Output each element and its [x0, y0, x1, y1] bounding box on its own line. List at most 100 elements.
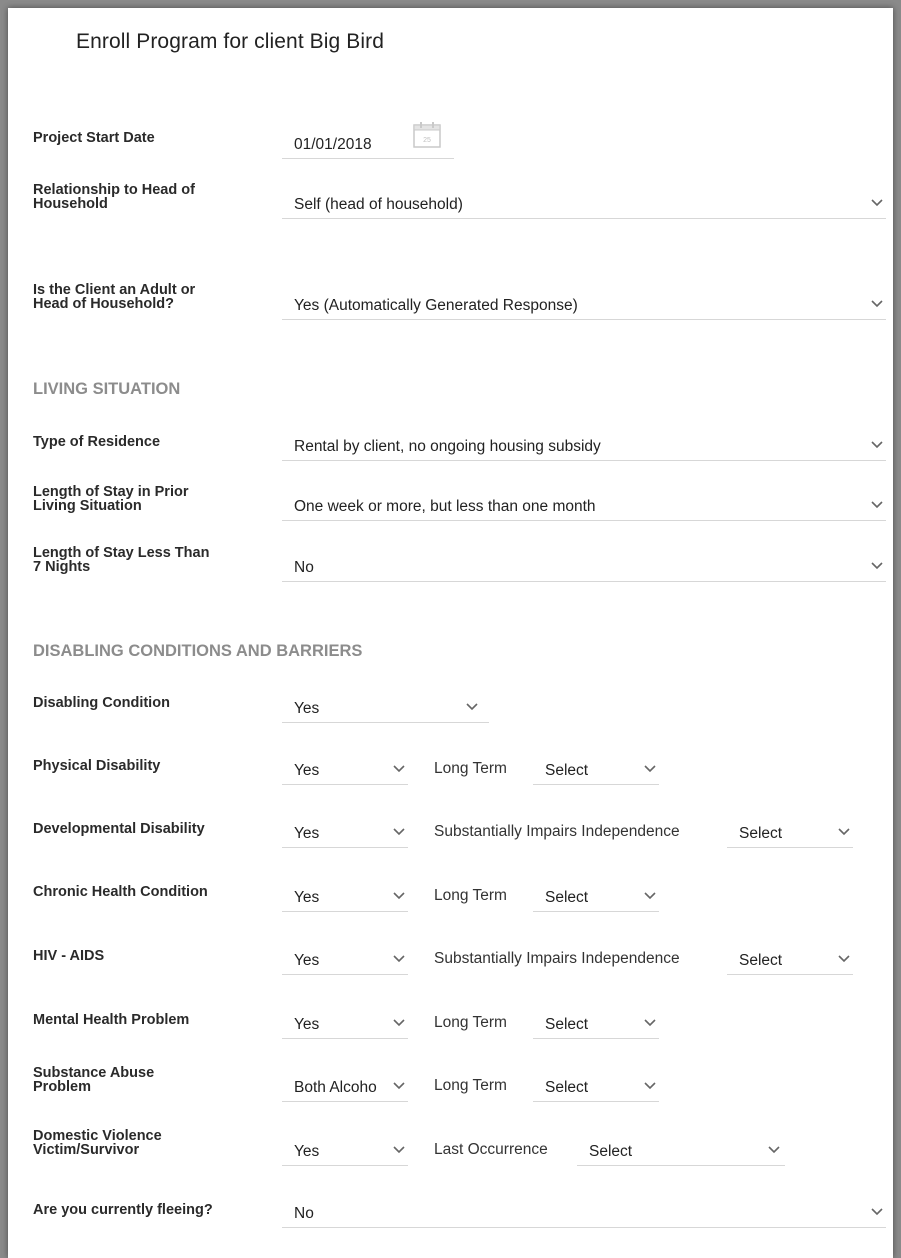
- length-of-stay-label-line2: Living Situation: [33, 498, 142, 514]
- chevron-down-icon: [871, 441, 883, 449]
- stay-less-than-7-label: Length of Stay Less Than 7 Nights: [33, 545, 210, 575]
- fleeing-select[interactable]: No: [282, 1198, 886, 1228]
- disabling-condition-label: Disabling Condition: [33, 695, 170, 711]
- developmental-disability-select[interactable]: Yes: [282, 818, 408, 848]
- length-of-stay-label-line1: Length of Stay in Prior: [33, 484, 189, 500]
- mental-long-term-select[interactable]: Select: [533, 1009, 659, 1039]
- chevron-down-icon: [644, 1082, 656, 1090]
- substance-abuse-label: Substance Abuse Problem: [33, 1065, 155, 1095]
- length-of-stay-select[interactable]: One week or more, but less than one mont…: [282, 491, 886, 521]
- fleeing-value: No: [294, 1205, 314, 1222]
- relationship-select[interactable]: Self (head of household): [282, 189, 886, 219]
- developmental-disability-label: Developmental Disability: [33, 821, 205, 837]
- substance-long-term-label: Long Term: [434, 1077, 507, 1094]
- chronic-health-value: Yes: [294, 889, 320, 906]
- chevron-down-icon: [644, 765, 656, 773]
- physical-disability-select[interactable]: Yes: [282, 755, 408, 785]
- stay-less-than-7-value: No: [294, 559, 314, 576]
- type-of-residence-select[interactable]: Rental by client, no ongoing housing sub…: [282, 431, 886, 461]
- mental-health-value: Yes: [294, 1016, 320, 1033]
- fleeing-label: Are you currently fleeing?: [33, 1202, 213, 1218]
- substance-long-term-value: Select: [545, 1079, 589, 1096]
- chevron-down-icon: [644, 892, 656, 900]
- mental-health-label: Mental Health Problem: [33, 1012, 190, 1028]
- chevron-down-icon: [393, 892, 405, 900]
- developmental-impairs-value: Select: [739, 825, 783, 842]
- developmental-impairs-select[interactable]: Select: [727, 818, 853, 848]
- adult-or-hoh-select[interactable]: Yes (Automatically Generated Response): [282, 290, 886, 320]
- chronic-long-term-label: Long Term: [434, 887, 507, 904]
- physical-long-term-value: Select: [545, 762, 589, 779]
- svg-text:25: 25: [423, 137, 431, 144]
- substance-abuse-label-line2: Problem: [33, 1079, 92, 1095]
- chevron-down-icon: [768, 1146, 780, 1154]
- developmental-disability-value: Yes: [294, 825, 320, 842]
- last-occurrence-label: Last Occurrence: [434, 1141, 548, 1158]
- living-situation-heading: LIVING SITUATION: [33, 380, 181, 398]
- hiv-impairs-label: Substantially Impairs Independence: [434, 950, 680, 967]
- chevron-down-icon: [871, 501, 883, 509]
- last-occurrence-select[interactable]: Select: [577, 1136, 785, 1166]
- hiv-impairs-select[interactable]: Select: [727, 945, 853, 975]
- disabling-condition-value: Yes: [294, 700, 320, 717]
- chevron-down-icon: [871, 1208, 883, 1216]
- adult-label-line2: Head of Household?: [33, 296, 174, 312]
- chevron-down-icon: [393, 1082, 405, 1090]
- mental-long-term-value: Select: [545, 1016, 589, 1033]
- chevron-down-icon: [466, 703, 478, 711]
- physical-long-term-label: Long Term: [434, 760, 507, 777]
- domestic-violence-value: Yes: [294, 1143, 320, 1160]
- project-start-date-field[interactable]: 01/01/2018 25: [282, 122, 454, 159]
- chevron-down-icon: [838, 955, 850, 963]
- chevron-down-icon: [838, 828, 850, 836]
- chevron-down-icon: [393, 955, 405, 963]
- last-occurrence-value: Select: [589, 1143, 633, 1160]
- chronic-health-label: Chronic Health Condition: [33, 884, 208, 900]
- adult-label-line1: Is the Client an Adult or: [33, 282, 196, 298]
- chronic-health-select[interactable]: Yes: [282, 882, 408, 912]
- disabling-condition-select[interactable]: Yes: [282, 693, 489, 723]
- adult-or-hoh-label: Is the Client an Adult or Head of Househ…: [33, 282, 196, 312]
- hiv-aids-select[interactable]: Yes: [282, 945, 408, 975]
- physical-long-term-select[interactable]: Select: [533, 755, 659, 785]
- project-start-date-value: 01/01/2018: [294, 136, 372, 153]
- chevron-down-icon: [393, 765, 405, 773]
- length-of-stay-value: One week or more, but less than one mont…: [294, 498, 596, 515]
- chevron-down-icon: [393, 828, 405, 836]
- relationship-label: Relationship to Head of Household: [33, 182, 195, 212]
- chevron-down-icon: [393, 1019, 405, 1027]
- domestic-violence-select[interactable]: Yes: [282, 1136, 408, 1166]
- length-of-stay-label: Length of Stay in Prior Living Situation: [33, 484, 189, 514]
- calendar-icon[interactable]: 25: [412, 121, 442, 149]
- chevron-down-icon: [393, 1146, 405, 1154]
- chevron-down-icon: [871, 300, 883, 308]
- substance-abuse-label-line1: Substance Abuse: [33, 1065, 155, 1081]
- chronic-long-term-value: Select: [545, 889, 589, 906]
- hiv-aids-label: HIV - AIDS: [33, 948, 105, 964]
- chevron-down-icon: [871, 199, 883, 207]
- type-of-residence-value: Rental by client, no ongoing housing sub…: [294, 438, 601, 455]
- stay-less-than-7-select[interactable]: No: [282, 552, 886, 582]
- relationship-value: Self (head of household): [294, 196, 463, 213]
- developmental-impairs-label: Substantially Impairs Independence: [434, 823, 680, 840]
- chevron-down-icon: [644, 1019, 656, 1027]
- mental-health-select[interactable]: Yes: [282, 1009, 408, 1039]
- enroll-program-dialog: Enroll Program for client Big Bird Proje…: [8, 8, 893, 1258]
- hiv-impairs-value: Select: [739, 952, 783, 969]
- relationship-label-line1: Relationship to Head of: [33, 182, 195, 198]
- substance-abuse-select[interactable]: Both Alcoho: [282, 1072, 408, 1102]
- mental-long-term-label: Long Term: [434, 1014, 507, 1031]
- stay-less-than-7-label-line1: Length of Stay Less Than: [33, 545, 210, 561]
- domestic-violence-label-line2: Victim/Survivor: [33, 1142, 140, 1158]
- stay-less-than-7-label-line2: 7 Nights: [33, 559, 91, 575]
- chevron-down-icon: [871, 562, 883, 570]
- substance-long-term-select[interactable]: Select: [533, 1072, 659, 1102]
- domestic-violence-label-line1: Domestic Violence: [33, 1128, 162, 1144]
- substance-abuse-value: Both Alcoho: [294, 1079, 377, 1096]
- domestic-violence-label: Domestic Violence Victim/Survivor: [33, 1128, 162, 1158]
- page-title: Enroll Program for client Big Bird: [76, 30, 385, 53]
- adult-or-hoh-value: Yes (Automatically Generated Response): [294, 297, 578, 314]
- relationship-label-line2: Household: [33, 196, 108, 212]
- physical-disability-label: Physical Disability: [33, 758, 161, 774]
- chronic-long-term-select[interactable]: Select: [533, 882, 659, 912]
